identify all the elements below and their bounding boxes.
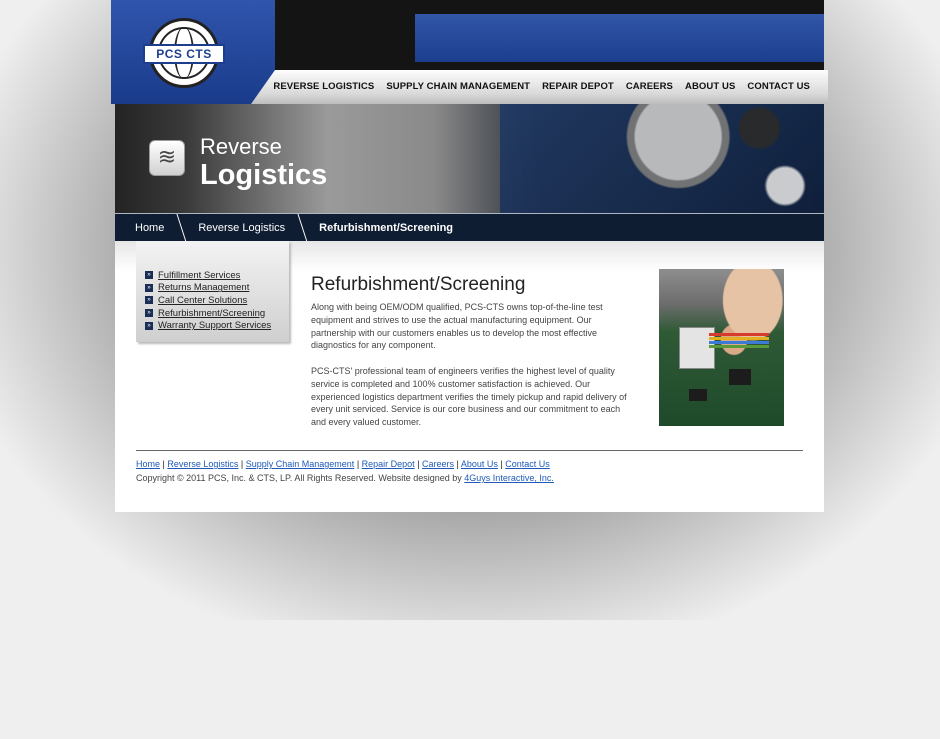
page-container: PCS CTS REVERSE LOGISTICS SUPPLY CHAIN M… <box>111 0 828 512</box>
circuit-repair-photo <box>659 269 784 426</box>
hero-banner: ≋ Reverse Logistics <box>115 104 824 213</box>
waves-icon: ≋ <box>149 140 185 176</box>
logo-area[interactable]: PCS CTS <box>111 0 275 104</box>
sidebar-link-call-center[interactable]: Call Center Solutions <box>158 295 247 306</box>
logo-text: PCS CTS <box>143 44 225 64</box>
arrow-bullet-icon: » <box>145 296 153 305</box>
nav-item-supply-chain-management[interactable]: SUPPLY CHAIN MANAGEMENT <box>386 81 530 92</box>
footer-link-about-us[interactable]: About Us <box>461 459 498 469</box>
footer-link-supply-chain[interactable]: Supply Chain Management <box>246 459 355 469</box>
nav-item-contact-us[interactable]: CONTACT US <box>747 81 810 92</box>
designer-link[interactable]: 4Guys Interactive, Inc. <box>464 473 554 483</box>
sidebar-link-refurbishment[interactable]: Refurbishment/Screening <box>158 308 265 319</box>
footer-divider <box>136 450 803 451</box>
footer-link-home[interactable]: Home <box>136 459 160 469</box>
nav-item-about-us[interactable]: ABOUT US <box>685 81 735 92</box>
nav-item-reverse-logistics[interactable]: REVERSE LOGISTICS <box>273 81 374 92</box>
arrow-bullet-icon: » <box>145 309 153 318</box>
sidebar-link-fulfillment[interactable]: Fulfillment Services <box>158 270 240 281</box>
arrow-bullet-icon: » <box>145 321 153 330</box>
breadcrumb-current: Refurbishment/Screening <box>319 221 454 234</box>
nav-item-careers[interactable]: CAREERS <box>626 81 673 92</box>
sidebar-link-returns[interactable]: Returns Management <box>158 282 249 293</box>
copyright: Copyright © 2011 PCS, Inc. & CTS, LP. Al… <box>136 473 554 483</box>
breadcrumb: Home Reverse Logistics Refurbishment/Scr… <box>115 213 824 241</box>
footer-link-reverse-logistics[interactable]: Reverse Logistics <box>167 459 238 469</box>
nav-item-repair-depot[interactable]: REPAIR DEPOT <box>542 81 614 92</box>
main-nav: REVERSE LOGISTICS SUPPLY CHAIN MANAGEMEN… <box>273 81 810 92</box>
body-paragraph-1: Along with being OEM/ODM qualified, PCS-… <box>311 302 603 351</box>
page-title: Refurbishment/Screening <box>311 274 526 295</box>
breadcrumb-reverse-logistics[interactable]: Reverse Logistics <box>178 222 299 234</box>
arrow-bullet-icon: » <box>145 271 153 280</box>
hero-title-line2: Logistics <box>200 159 328 191</box>
arrow-bullet-icon: » <box>145 283 153 292</box>
sidebar-item-refurbishment: » Refurbishment/Screening <box>145 307 289 320</box>
footer-link-contact-us[interactable]: Contact Us <box>505 459 550 469</box>
sidebar-menu: » Fulfillment Services » Returns Managemen… <box>136 241 289 342</box>
sidebar-item-returns: » Returns Management <box>145 282 289 295</box>
copyright-text: Copyright © 2011 PCS, Inc. & CTS, LP. Al… <box>136 473 465 483</box>
sidebar-item-warranty: » Warranty Support Services <box>145 319 289 332</box>
sidebar-item-call-center: » Call Center Solutions <box>145 294 289 307</box>
body-paragraph-2: PCS-CTS' professional team of engineers … <box>311 366 627 428</box>
footer-link-careers[interactable]: Careers <box>422 459 454 469</box>
breadcrumb-home[interactable]: Home <box>115 222 178 234</box>
sidebar-item-fulfillment: » Fulfillment Services <box>145 269 289 282</box>
footer-link-repair-depot[interactable]: Repair Depot <box>362 459 415 469</box>
footer-links: Home | Reverse Logistics | Supply Chain … <box>136 459 550 469</box>
circuit-board-image <box>500 104 824 213</box>
header-blue-stripe <box>415 14 824 62</box>
sidebar-link-warranty[interactable]: Warranty Support Services <box>158 320 271 331</box>
hero-title-line1: Reverse <box>200 134 282 159</box>
